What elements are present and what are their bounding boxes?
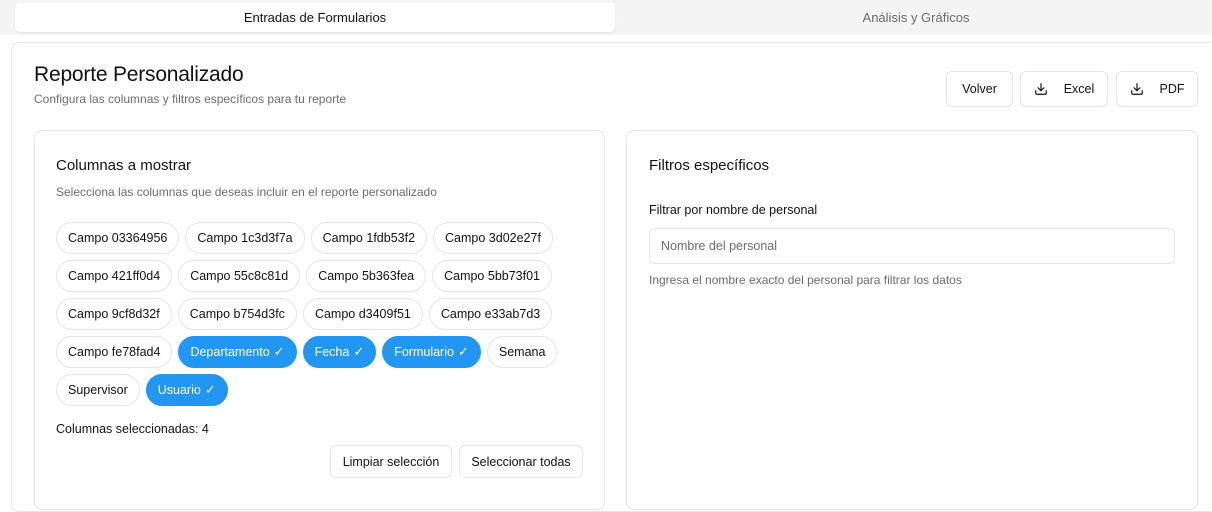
name-filter-label: Filtrar por nombre de personal — [649, 203, 818, 217]
column-chip[interactable]: Campo e33ab7d3 — [428, 298, 553, 330]
column-chip[interactable]: Formulario ✓ — [382, 336, 481, 368]
name-filter-input[interactable] — [649, 228, 1175, 264]
check-icon: ✓ — [457, 344, 469, 359]
column-chip[interactable]: Campo 9cf8d32f — [56, 298, 172, 330]
column-chip-label: Campo fe78fad4 — [68, 345, 161, 359]
column-chip-label: Semana — [498, 345, 546, 359]
column-chip-label: Campo b754d3fc — [189, 307, 285, 321]
filters-panel — [626, 130, 1198, 510]
column-chip-label: Campo e33ab7d3 — [440, 307, 541, 321]
page-title: Reporte Personalizado — [34, 63, 244, 86]
excel-export-button[interactable]: Excel — [1020, 71, 1108, 107]
download-icon — [1130, 82, 1144, 96]
pdf-export-button[interactable]: PDF — [1116, 71, 1198, 107]
column-chip[interactable]: Campo 3d02e27f — [433, 222, 553, 254]
column-chip[interactable]: Campo 1c3d3f7a — [185, 222, 305, 254]
column-chip[interactable]: Campo fe78fad4 — [56, 336, 173, 368]
clear-selection-label: Limpiar selección — [342, 454, 440, 469]
clear-selection-button[interactable]: Limpiar selección — [330, 445, 452, 478]
column-chip[interactable]: Campo 5b363fea — [306, 260, 427, 292]
column-chip-label: Formulario — [394, 345, 454, 359]
check-icon: ✓ — [353, 344, 365, 359]
column-chip-label: Campo 5bb73f01 — [444, 269, 540, 283]
column-chip[interactable]: Campo 55c8c81d — [178, 260, 301, 292]
column-chip-label: Campo d3409f51 — [314, 307, 411, 321]
column-chip-list: Campo 03364956 Campo 1c3d3f7a Campo 1fdb53… — [56, 222, 576, 406]
column-chip-label: Campo 9cf8d32f — [68, 307, 160, 321]
column-chip[interactable]: Campo 1fdb53f2 — [310, 222, 428, 254]
columns-panel-title: Columnas a mostrar — [56, 157, 192, 174]
check-icon: ✓ — [204, 382, 216, 397]
column-chip-label: Campo 03364956 — [68, 231, 168, 245]
check-icon: ✓ — [273, 344, 285, 359]
column-chip[interactable]: Campo 03364956 — [56, 222, 180, 254]
column-chip[interactable]: Supervisor — [56, 374, 140, 406]
volver-button[interactable]: Volver — [946, 71, 1013, 107]
column-chip[interactable]: Campo 421ff0d4 — [56, 260, 173, 292]
column-chip[interactable]: Semana — [486, 336, 558, 368]
column-chip-label: Campo 1fdb53f2 — [322, 231, 416, 245]
column-chip[interactable]: Usuario ✓ — [145, 374, 228, 406]
column-chip-label: Departamento — [190, 345, 270, 359]
excel-button-label: Excel — [1063, 82, 1095, 96]
column-chip[interactable]: Campo b754d3fc — [177, 298, 297, 330]
tab-entradas-de-formularios[interactable]: Entradas de Formularios — [15, 3, 615, 32]
column-chip-label: Usuario — [157, 383, 201, 397]
select-all-button[interactable]: Seleccionar todas — [459, 445, 583, 478]
download-icon — [1034, 82, 1048, 96]
tab-analisis-y-graficos[interactable]: Análisis y Gráficos — [620, 3, 1212, 32]
pdf-button-label: PDF — [1159, 82, 1185, 96]
column-chip-label: Campo 55c8c81d — [190, 269, 289, 283]
volver-button-label: Volver — [962, 82, 997, 96]
filters-panel-title: Filtros específicos — [649, 157, 770, 174]
column-chip-label: Campo 421ff0d4 — [68, 269, 161, 283]
columns-panel-description: Selecciona las columnas que deseas inclu… — [56, 185, 437, 199]
column-chip-label: Campo 1c3d3f7a — [197, 231, 293, 245]
column-chip-label: Supervisor — [68, 383, 128, 397]
column-chip[interactable]: Campo 5bb73f01 — [432, 260, 552, 292]
column-chip[interactable]: Departamento ✓ — [178, 336, 297, 368]
select-all-label: Seleccionar todas — [471, 454, 571, 469]
tab-bar: Entradas de Formularios Análisis y Gráfi… — [0, 0, 1212, 35]
column-chip[interactable]: Fecha ✓ — [302, 336, 377, 368]
column-chip-label: Campo 5b363fea — [318, 269, 415, 283]
column-chip-label: Fecha — [314, 345, 350, 359]
name-filter-help: Ingresa el nombre exacto del personal pa… — [649, 273, 962, 287]
column-chip[interactable]: Campo d3409f51 — [302, 298, 423, 330]
page-subtitle: Configura las columnas y filtros específ… — [34, 92, 347, 106]
column-chip-label: Campo 3d02e27f — [445, 231, 541, 245]
selected-columns-count: Columnas seleccionadas: 4 — [56, 422, 209, 436]
